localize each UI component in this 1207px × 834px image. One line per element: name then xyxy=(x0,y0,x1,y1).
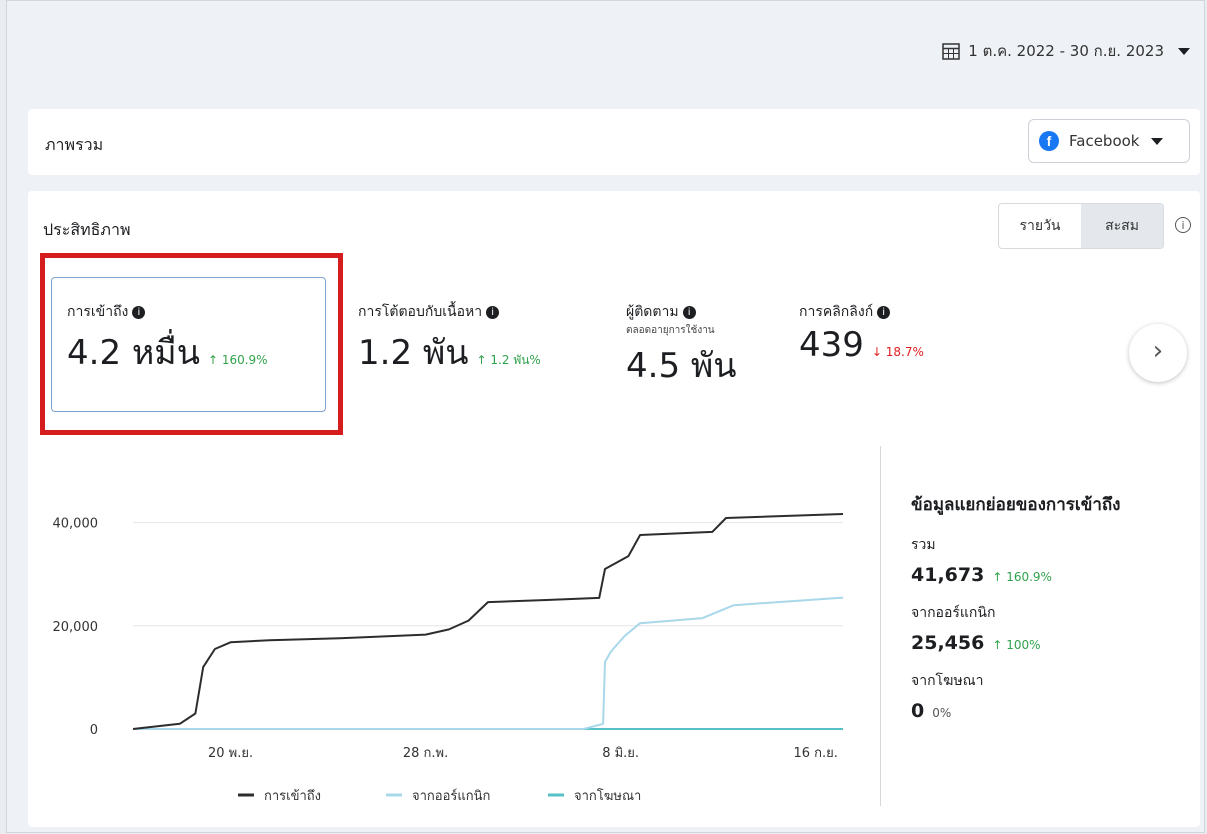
reach-line-chart: 0 20,000 40,000 20 พ.ย. 28 ก.พ. 8 มิ.ย. 16 ก.ย… xyxy=(53,513,844,804)
metric-reach-value: 4.2 หมื่น xyxy=(67,333,200,373)
facebook-icon: f xyxy=(1039,131,1059,151)
metric-reach-label: การเข้าถึง xyxy=(67,304,129,320)
calendar-icon xyxy=(942,43,961,60)
x-tick-label: 16 ก.ย. xyxy=(793,746,837,761)
breakdown-organic-value-row: 25,456 ↑ 100% xyxy=(911,632,1120,654)
metric-followers-sublabel: ตลอดอายุการใช้งาน xyxy=(626,325,715,336)
breakdown-ads-label: จากโฆษณา xyxy=(911,673,984,689)
metric-engagement-value-row: 1.2 พัน ↑ 1.2 พัน% xyxy=(358,325,541,379)
platform-select-label: Facebook xyxy=(1069,132,1140,150)
series-line xyxy=(133,596,844,730)
metric-followers-label-row: ผู้ติดตาม i xyxy=(626,301,737,323)
metric-reach-label-row: การเข้าถึง i xyxy=(67,301,268,323)
legend-label: การเข้าถึง xyxy=(264,789,321,804)
breakdown-total-value-row: 41,673 ↑ 160.9% xyxy=(911,564,1120,586)
x-tick-label: 28 ก.พ. xyxy=(403,746,448,761)
overview-card: ภาพรวม f Facebook xyxy=(28,109,1200,175)
metric-engagement-label: การโต้ตอบกับเนื้อหา xyxy=(358,304,483,320)
breakdown-organic-label: จากออร์แกนิก xyxy=(911,605,996,621)
breakdown-total-value: 41,673 xyxy=(911,564,985,586)
info-icon[interactable]: i xyxy=(877,305,891,319)
metric-link-clicks-label: การคลิกลิงก์ xyxy=(799,304,874,320)
legend-label: จากโฆษณา xyxy=(574,788,641,804)
y-tick-label: 20,000 xyxy=(53,620,99,635)
metric-engagement[interactable]: การโต้ตอบกับเนื้อหา i 1.2 พัน ↑ 1.2 พัน% xyxy=(358,301,541,379)
info-icon[interactable]: i xyxy=(682,305,696,319)
caret-down-icon xyxy=(1178,47,1190,55)
breakdown-total-change: ↑ 160.9% xyxy=(992,570,1052,584)
metric-engagement-value: 1.2 พัน xyxy=(358,333,469,373)
metric-engagement-label-row: การโต้ตอบกับเนื้อหา i xyxy=(358,301,541,323)
metric-reach-value-row: 4.2 หมื่น ↑ 160.9% xyxy=(67,325,268,379)
metric-link-clicks-value-row: 439 ↓ 18.7% xyxy=(799,325,924,365)
legend-label: จากออร์แกนิก xyxy=(412,788,490,804)
series-line xyxy=(132,513,844,730)
info-icon[interactable]: i xyxy=(1175,217,1191,233)
metric-link-clicks[interactable]: การคลิกลิงก์ i 439 ↓ 18.7% xyxy=(799,301,924,365)
breakdown-title: ข้อมูลแยกย่อยของการเข้าถึง xyxy=(911,495,1121,515)
metric-engagement-change: ↑ 1.2 พัน% xyxy=(476,353,541,367)
view-toggle: รายวัน สะสม xyxy=(998,203,1164,249)
info-icon[interactable]: i xyxy=(132,305,146,319)
metric-link-clicks-change: ↓ 18.7% xyxy=(871,345,924,359)
toggle-cumulative[interactable]: สะสม xyxy=(1081,204,1163,248)
caret-down-icon xyxy=(1151,137,1164,145)
metric-followers-value: 4.5 พัน xyxy=(626,346,737,386)
y-tick-label: 40,000 xyxy=(53,517,99,532)
vertical-divider xyxy=(880,446,881,806)
x-tick-label: 8 มิ.ย. xyxy=(602,746,639,761)
breakdown-ads-change: 0% xyxy=(932,706,952,720)
y-tick-label: 0 xyxy=(90,723,98,738)
breakdown-total-label: รวม xyxy=(911,537,936,553)
overview-title: ภาพรวม xyxy=(45,135,104,154)
breakdown-organic-change: ↑ 100% xyxy=(992,638,1041,652)
metric-link-clicks-value: 439 xyxy=(799,325,864,365)
toggle-daily[interactable]: รายวัน xyxy=(999,204,1081,248)
metric-link-clicks-label-row: การคลิกลิงก์ i xyxy=(799,301,924,323)
metric-reach[interactable]: การเข้าถึง i 4.2 หมื่น ↑ 160.9% xyxy=(67,301,268,379)
x-tick-label: 20 พ.ย. xyxy=(208,746,253,761)
metric-followers[interactable]: ผู้ติดตาม i ตลอดอายุการใช้งาน 4.5 พัน xyxy=(626,301,737,392)
metric-followers-label: ผู้ติดตาม xyxy=(626,304,679,320)
insights-frame: 1 ต.ค. 2022 - 30 ก.ย. 2023 ภาพรวม f Face… xyxy=(6,0,1205,833)
reach-breakdown: ข้อมูลแยกย่อยของการเข้าถึง รวม 41,673 ↑ 1… xyxy=(911,491,1120,722)
info-icon[interactable]: i xyxy=(486,305,500,319)
performance-card: ประสิทธิภาพ รายวัน สะสม i การเข้าถึง i 4.… xyxy=(28,191,1200,827)
breakdown-ads-value-row: 0 0% xyxy=(911,700,1120,722)
performance-title: ประสิทธิภาพ xyxy=(43,220,131,239)
next-metrics-button[interactable]: › xyxy=(1129,324,1187,382)
date-range-picker[interactable]: 1 ต.ค. 2022 - 30 ก.ย. 2023 xyxy=(942,39,1190,63)
date-range-label: 1 ต.ค. 2022 - 30 ก.ย. 2023 xyxy=(968,42,1164,60)
platform-select[interactable]: f Facebook xyxy=(1028,119,1190,163)
breakdown-organic-value: 25,456 xyxy=(911,632,985,654)
metric-reach-change: ↑ 160.9% xyxy=(207,353,268,367)
breakdown-ads-value: 0 xyxy=(911,700,925,722)
